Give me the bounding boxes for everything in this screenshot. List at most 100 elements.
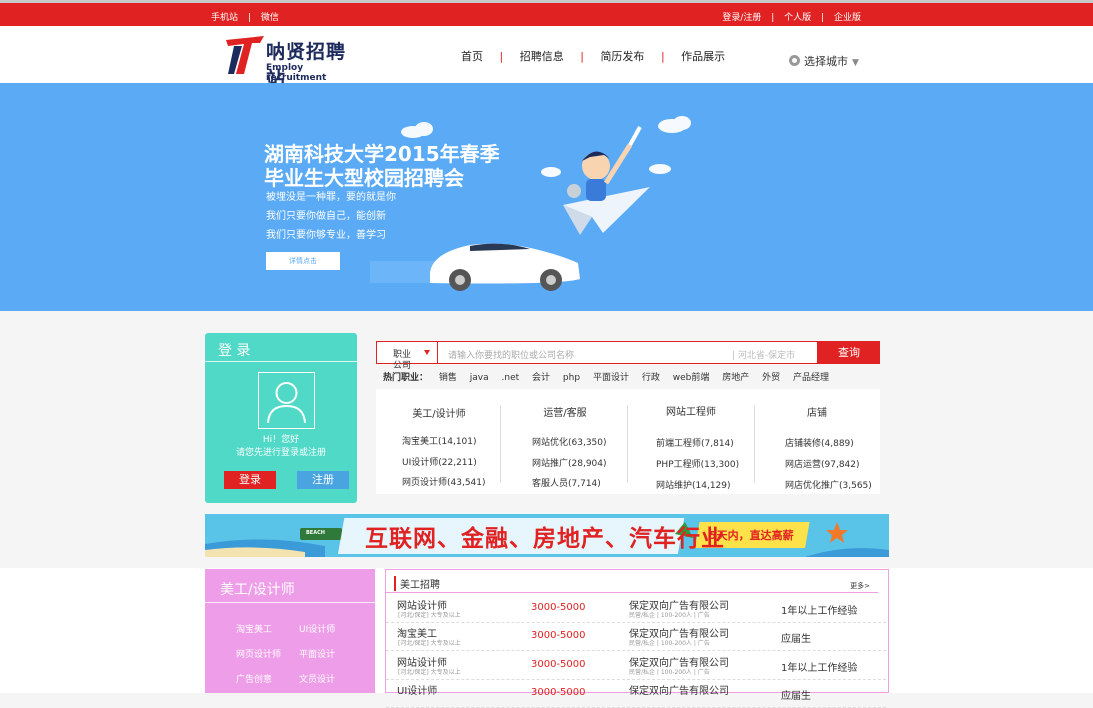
- category-item[interactable]: 网店运营(97,842): [785, 457, 860, 470]
- category-item[interactable]: 淘宝美工(14,101): [402, 434, 477, 447]
- category-grid: 美工/设计师 淘宝美工(14,101) UI设计师(22,211) 网页设计师(…: [376, 389, 880, 494]
- company-info: 民营/私企 | 100-200人 | 广告: [629, 612, 710, 619]
- section-category-panel: 美工/设计师 淘宝美工 UI设计师 网页设计师 平面设计 广告创意 文员设计: [205, 569, 375, 693]
- nav-resume[interactable]: 简历发布: [600, 48, 644, 64]
- location-pin-icon: [789, 55, 800, 66]
- banner-illustration: [370, 116, 691, 291]
- user-icon: [267, 382, 306, 424]
- divider: |: [821, 13, 825, 23]
- category-title[interactable]: 运营/客服: [502, 404, 628, 419]
- hot-keyword[interactable]: .net: [502, 373, 520, 383]
- search-button[interactable]: 查询: [818, 341, 880, 364]
- enterprise-edition-link[interactable]: 企业版: [834, 13, 861, 23]
- caret-down-icon: [424, 350, 430, 355]
- job-list-panel: 美工招聘 更多> 网站设计师 [河北/保定] 大专及以上 3000-5000 保…: [385, 569, 889, 708]
- job-title[interactable]: UI设计师: [397, 682, 437, 697]
- category-item[interactable]: PHP工程师(13,300): [656, 457, 739, 470]
- hot-keyword[interactable]: 销售: [439, 373, 457, 383]
- category-item[interactable]: 店铺装修(4,889): [785, 436, 854, 449]
- nav-jobs[interactable]: 招聘信息: [520, 48, 564, 64]
- register-button[interactable]: 注册: [297, 471, 349, 489]
- category-item[interactable]: 网站推广(28,904): [532, 456, 607, 469]
- job-tags: [河北/保定] 大专及以上: [398, 640, 461, 647]
- top-bar-right: 登录/注册 | 个人版 | 企业版: [722, 10, 861, 23]
- city-label: 选择城市: [804, 55, 848, 68]
- hot-keyword[interactable]: java: [470, 373, 489, 383]
- category-item[interactable]: UI设计师(22,211): [402, 455, 477, 468]
- banner-slogan: 我们只要你够专业，善学习: [266, 230, 386, 241]
- category-item[interactable]: 客服人员(7,714): [532, 476, 601, 489]
- login-button[interactable]: 登录: [224, 471, 276, 489]
- job-salary: 3000-5000: [531, 659, 586, 670]
- job-row[interactable]: 淘宝美工 [河北/保定] 大专及以上 3000-5000 保定双向广告有限公司 …: [386, 622, 886, 651]
- job-row[interactable]: 网站设计师 [河北/保定] 大专及以上 3000-5000 保定双向广告有限公司…: [386, 651, 886, 680]
- category-title[interactable]: 店铺: [754, 404, 880, 419]
- job-row[interactable]: 网站设计师 [河北/保定] 大专及以上 3000-5000 保定双向广告有限公司…: [386, 594, 886, 623]
- wechat-link[interactable]: 微信: [261, 13, 279, 23]
- category-item[interactable]: 网站优化(63,350): [532, 435, 607, 448]
- personal-edition-link[interactable]: 个人版: [784, 13, 811, 23]
- hot-keyword[interactable]: 会计: [532, 373, 550, 383]
- hot-keyword[interactable]: php: [563, 373, 580, 383]
- hero-banner[interactable]: 湖南科技大学2015年春季 毕业生大型校园招聘会 被埋没是一种罪，要的就是你 我…: [0, 83, 1093, 311]
- hot-keyword[interactable]: 房地产: [722, 373, 749, 383]
- divider: [500, 405, 501, 483]
- nav-works[interactable]: 作品展示: [681, 48, 725, 64]
- company-info: 民营/私企 | 100-200人 | 广告: [629, 669, 710, 676]
- city-selector[interactable]: 选择城市 ▼: [789, 53, 859, 69]
- search-location[interactable]: | 河北省-保定市: [732, 348, 795, 361]
- divider: [205, 602, 375, 603]
- ad-banner[interactable]: BEACH 互联网、金融、房地产、汽车行业 5天内，直达高薪: [205, 514, 889, 557]
- search-bar: 职业 公司 请输入你要找的职位或公司名称 | 河北省-保定市 查询: [376, 341, 880, 371]
- job-list-title: 美工招聘: [394, 576, 440, 591]
- category-title[interactable]: 网站工程师: [628, 403, 754, 418]
- banner-details-button[interactable]: 详情点击: [266, 252, 340, 270]
- job-tags: [河北/保定] 大专及以上: [398, 669, 461, 676]
- section-category-item[interactable]: 网页设计师: [236, 647, 281, 660]
- logo-subtext: Employ recruitment: [266, 63, 327, 83]
- job-experience: 应届生: [781, 634, 811, 645]
- section-category-item[interactable]: 广告创意: [236, 672, 272, 685]
- search-type-select[interactable]: 职业 公司: [376, 341, 438, 371]
- divider: [205, 361, 357, 362]
- main-nav: 首页 | 招聘信息 | 简历发布 | 作品展示: [461, 48, 725, 64]
- job-experience: 1年以上工作经验: [781, 606, 858, 617]
- category-item[interactable]: 网页设计师(43,541): [402, 475, 486, 488]
- hot-keyword[interactable]: 外贸: [762, 373, 780, 383]
- greeting: Hi！您好: [262, 435, 300, 445]
- login-register-link[interactable]: 登录/注册: [722, 13, 761, 23]
- hot-keyword[interactable]: 产品经理: [793, 373, 829, 383]
- top-bar-left: 手机站 | 微信: [211, 10, 279, 23]
- job-experience: 应届生: [781, 691, 811, 702]
- category-item[interactable]: 前端工程师(7,814): [656, 436, 734, 449]
- job-salary: 3000-5000: [531, 630, 586, 641]
- hot-label: 热门职业：: [383, 373, 429, 383]
- job-company[interactable]: 保定双向广告有限公司: [629, 682, 729, 697]
- section-category-item[interactable]: 淘宝美工: [236, 622, 272, 635]
- divider: [386, 592, 878, 593]
- hot-keyword[interactable]: web前端: [673, 373, 710, 383]
- category-column: 网站工程师 前端工程师(7,814) PHP工程师(13,300) 网站维护(1…: [628, 389, 754, 494]
- category-item[interactable]: 网站维护(14,129): [656, 478, 731, 491]
- chevron-down-icon: ▼: [852, 58, 859, 68]
- category-title[interactable]: 美工/设计师: [376, 405, 502, 420]
- category-item[interactable]: 网店优化推广(3,565): [785, 478, 872, 491]
- section-category-item[interactable]: 平面设计: [299, 647, 335, 660]
- divider: |: [247, 13, 251, 23]
- mobile-site-link[interactable]: 手机站: [211, 13, 238, 23]
- section-category-item[interactable]: 文员设计: [299, 672, 335, 685]
- login-panel: 登 录 Hi！您好 请您先进行登录或注册 登录 注册: [205, 333, 357, 503]
- login-tip: 请您先进行登录或注册: [235, 448, 326, 458]
- job-row[interactable]: UI设计师 3000-5000 保定双向广告有限公司 应届生: [386, 679, 886, 708]
- avatar: [258, 372, 315, 429]
- nav-home[interactable]: 首页: [461, 48, 483, 64]
- section-category-item[interactable]: UI设计师: [299, 622, 335, 635]
- site-logo[interactable]: 呐贤招聘站 Employ recruitment: [224, 34, 364, 90]
- beach-sign: BEACH: [306, 530, 325, 536]
- section-category-title: 美工/设计师: [220, 582, 295, 598]
- nav-divider: |: [660, 50, 665, 63]
- more-link[interactable]: 更多>: [850, 581, 870, 591]
- hot-keyword[interactable]: 行政: [642, 373, 660, 383]
- hot-keyword[interactable]: 平面设计: [593, 373, 629, 383]
- category-column: 美工/设计师 淘宝美工(14,101) UI设计师(22,211) 网页设计师(…: [376, 389, 502, 494]
